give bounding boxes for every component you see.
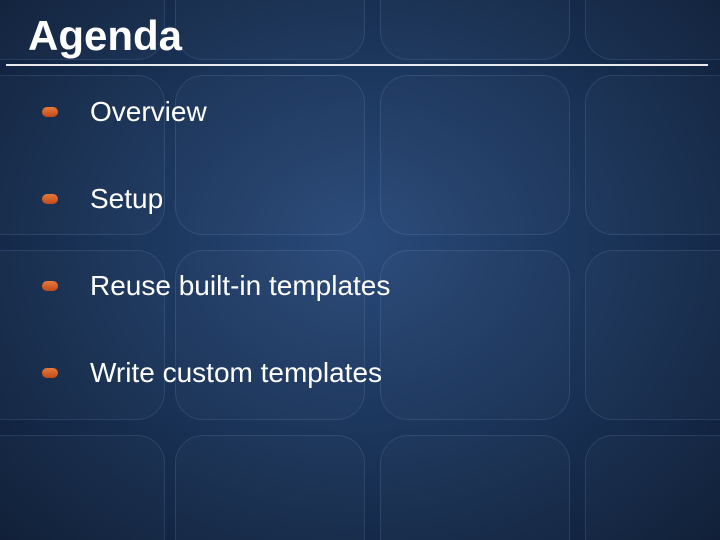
list-item-label: Write custom templates (90, 357, 382, 389)
bullet-icon (42, 194, 58, 204)
bullet-icon (42, 107, 58, 117)
slide-content: Agenda Overview Setup Reuse built-in tem… (0, 0, 720, 389)
bullet-icon (42, 368, 58, 378)
list-item: Setup (42, 183, 720, 215)
list-item-label: Reuse built-in templates (90, 270, 390, 302)
slide-title: Agenda (6, 12, 708, 66)
list-item: Reuse built-in templates (42, 270, 720, 302)
bullet-icon (42, 281, 58, 291)
list-item-label: Setup (90, 183, 163, 215)
list-item-label: Overview (90, 96, 207, 128)
list-item: Write custom templates (42, 357, 720, 389)
list-item: Overview (42, 96, 720, 128)
agenda-list: Overview Setup Reuse built-in templates … (0, 96, 720, 389)
